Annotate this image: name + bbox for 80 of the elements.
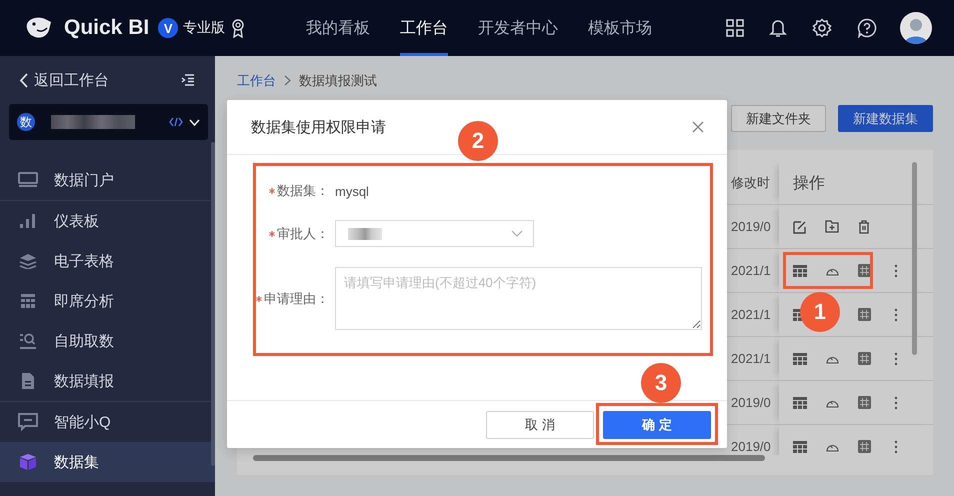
more-icon[interactable] [894, 264, 898, 278]
column-header: 修改时 [731, 175, 770, 190]
award-icon [231, 18, 246, 38]
nav-tab[interactable]: 模板市场 [588, 0, 652, 56]
confirm-button[interactable]: 确 定 [603, 411, 711, 439]
table-cell: 2021/1 [731, 263, 771, 278]
sidebar-item[interactable]: 数据集 [0, 442, 215, 482]
crosshatch-grid-icon[interactable] [858, 440, 870, 453]
field-label: 申请理由： [264, 290, 329, 308]
folder-plus-icon[interactable] [825, 220, 839, 233]
toolbar-button[interactable]: 新建文件夹 [731, 105, 826, 132]
close-icon[interactable] [692, 121, 704, 133]
dialog-title: 数据集使用权限申请 [251, 118, 386, 136]
table-cell: 2019/0 [731, 439, 771, 454]
breadcrumb-current: 数据填报测试 [299, 72, 377, 90]
crosshatch-grid-icon[interactable] [858, 264, 870, 277]
monitor-icon [18, 172, 38, 188]
table-grid-icon[interactable] [793, 440, 807, 452]
field-label: 数据集： [277, 182, 329, 200]
blurred-name-placeholder [348, 228, 382, 240]
bar-chart-icon [19, 213, 37, 229]
workspace-badge: 数 [17, 113, 35, 131]
settings-icon[interactable] [812, 18, 832, 38]
crosshatch-grid-icon[interactable] [858, 352, 870, 365]
more-icon[interactable] [894, 352, 898, 366]
chevron-left-icon[interactable] [19, 72, 28, 88]
chevron-down-icon [189, 118, 200, 126]
table-grid-icon[interactable] [793, 264, 807, 276]
sidebar-item[interactable]: 智能小Q [0, 402, 215, 442]
sidebar-item[interactable]: 数据填报 [0, 361, 215, 401]
edition-label: 专业版 [183, 19, 226, 37]
crosshatch-grid-icon[interactable] [858, 396, 870, 409]
layers-icon [19, 253, 37, 269]
trash-icon[interactable] [858, 220, 870, 234]
breadcrumb-link[interactable]: 工作台 [237, 72, 276, 90]
table-grid-icon[interactable] [793, 396, 807, 408]
table-grid-icon[interactable] [793, 352, 807, 364]
chevron-down-icon [511, 230, 523, 237]
crosshatch-grid-icon[interactable] [858, 308, 870, 321]
nav-tab[interactable]: 开发者中心 [478, 0, 558, 56]
column-header: 操作 [793, 174, 825, 194]
field-value: mysql [335, 184, 369, 198]
code-icon [169, 117, 183, 127]
sidebar-item[interactable]: 电子表格 [0, 241, 215, 281]
sidebar-item[interactable]: 数据门户 [0, 160, 215, 200]
table-cell: 2019/0 [731, 395, 771, 410]
help-icon[interactable] [857, 18, 877, 38]
more-icon[interactable] [894, 440, 898, 454]
workspace-selector[interactable]: 数 [9, 104, 208, 140]
sidebar-item[interactable]: 仪表板 [0, 201, 215, 241]
sidebar-item[interactable]: 自助取数 [0, 321, 215, 361]
edition-badge: V [158, 18, 178, 38]
document-icon [21, 372, 35, 390]
scrollbar[interactable] [253, 455, 765, 461]
back-link[interactable]: 返回工作台 [34, 70, 109, 90]
avatar[interactable] [900, 12, 932, 44]
table-cell: 2019/0 [731, 219, 771, 234]
apps-grid-icon[interactable] [726, 19, 744, 37]
field-label: 审批人： [277, 224, 329, 242]
cancel-button[interactable]: 取 消 [486, 411, 594, 439]
more-icon[interactable] [894, 308, 898, 322]
logo-icon [25, 16, 52, 40]
product-name: Quick BI [64, 16, 150, 40]
more-icon[interactable] [894, 396, 898, 410]
bell-icon[interactable] [769, 18, 787, 38]
toolbar-button[interactable]: 新建数据集 [838, 105, 933, 132]
cube-icon [19, 453, 37, 471]
scrollbar[interactable] [211, 142, 215, 466]
sidebar-item[interactable]: 即席分析 [0, 281, 215, 321]
table-grid-icon [20, 293, 36, 309]
table-cell: 2021/1 [731, 307, 771, 322]
chevron-right-icon [284, 75, 291, 86]
chat-bubble-icon [18, 413, 38, 431]
reason-input[interactable]: 请填写申请理由(不超过40个字符) [335, 267, 702, 330]
scrollbar[interactable] [912, 162, 917, 355]
table-cell: 2021/1 [731, 351, 771, 366]
search-list-icon [19, 332, 37, 350]
edit-icon[interactable] [793, 220, 807, 234]
collapse-menu-icon[interactable] [181, 74, 195, 86]
nav-tab[interactable]: 我的看板 [306, 0, 370, 56]
